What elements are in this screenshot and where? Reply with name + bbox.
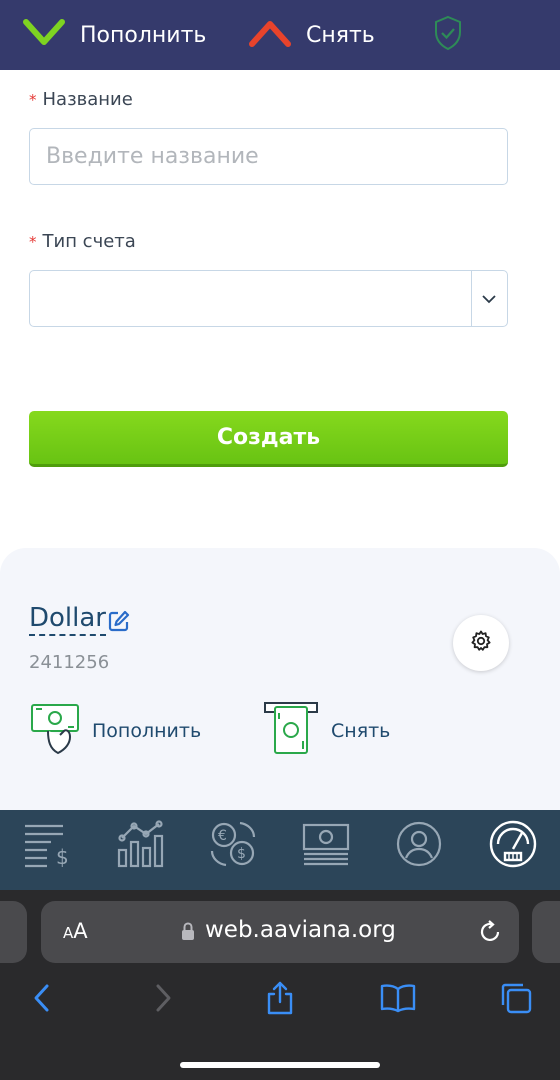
account-name[interactable]: Dollar — [29, 604, 106, 636]
bookmarks-button[interactable] — [380, 982, 416, 1018]
name-label-text: Название — [42, 89, 133, 110]
transactions-icon: $ — [23, 820, 73, 872]
gear-icon — [469, 629, 493, 657]
account-type-select[interactable] — [29, 270, 508, 327]
account-card: Dollar 2411256 Пополнить Снять — [0, 548, 560, 810]
account-withdraw-button[interactable]: Снять — [263, 701, 391, 761]
analytics-chart-icon — [115, 820, 165, 872]
required-mark: * — [29, 91, 37, 109]
back-icon — [32, 983, 52, 1017]
shield-check-icon — [433, 15, 463, 55]
lock-icon — [181, 922, 195, 941]
account-number: 2411256 — [29, 652, 110, 673]
back-button[interactable] — [24, 982, 60, 1018]
bookmarks-icon — [380, 983, 416, 1017]
tabs-icon — [499, 981, 533, 1019]
account-deposit-label: Пополнить — [92, 720, 202, 742]
nav-analytics[interactable] — [112, 818, 168, 874]
security-button[interactable] — [430, 0, 466, 70]
address-bar[interactable]: AA web.aaviana.org — [41, 901, 519, 963]
nav-transactions[interactable]: $ — [20, 818, 76, 874]
deposit-top-label: Пополнить — [80, 22, 207, 48]
edit-icon[interactable] — [108, 610, 130, 632]
top-bar: Пополнить Снять — [0, 0, 560, 70]
select-divider — [470, 271, 472, 326]
app-bottom-nav: $ € $ — [0, 810, 560, 890]
account-type-label: * Тип счета — [29, 231, 136, 252]
account-type-label-text: Тип счета — [42, 231, 136, 252]
account-deposit-button[interactable]: Пополнить — [30, 703, 201, 759]
nav-accounts[interactable] — [298, 818, 354, 874]
previous-tab-preview[interactable] — [0, 901, 27, 963]
currency-exchange-icon: € $ — [208, 819, 258, 873]
dashboard-gauge-icon — [488, 819, 538, 873]
withdraw-top-button[interactable]: Снять — [248, 0, 375, 70]
account-name-input[interactable] — [29, 128, 508, 185]
svg-text:$: $ — [237, 846, 246, 862]
create-account-button[interactable]: Создать — [29, 411, 508, 467]
cash-hand-icon — [30, 701, 80, 761]
chevron-down-icon[interactable] — [479, 289, 499, 309]
account-settings-button[interactable] — [453, 615, 509, 671]
name-label: * Название — [29, 89, 133, 110]
home-indicator — [180, 1062, 380, 1068]
next-tab-preview[interactable] — [532, 901, 560, 963]
chevron-up-red-icon — [248, 18, 292, 52]
reader-settings-button[interactable]: AA — [63, 919, 88, 943]
nav-dashboard[interactable] — [485, 818, 541, 874]
cash-withdraw-icon — [263, 701, 319, 761]
tabs-button[interactable] — [498, 982, 534, 1018]
browser-chrome: AA web.aaviana.org — [0, 890, 560, 1080]
required-mark: * — [29, 233, 37, 251]
share-button[interactable] — [262, 980, 298, 1020]
svg-text:€: € — [218, 828, 227, 844]
account-withdraw-label: Снять — [331, 720, 391, 742]
nav-profile[interactable] — [391, 818, 447, 874]
withdraw-top-label: Снять — [306, 22, 375, 48]
share-icon — [265, 980, 295, 1020]
chevron-up-green-icon — [22, 18, 66, 52]
forward-button[interactable] — [145, 982, 181, 1018]
profile-icon — [395, 820, 443, 872]
reload-icon[interactable] — [477, 919, 503, 945]
svg-text:$: $ — [56, 845, 69, 868]
nav-exchange[interactable]: € $ — [205, 818, 261, 874]
banknote-icon — [301, 821, 351, 871]
forward-icon — [153, 983, 173, 1017]
url-text: web.aaviana.org — [205, 917, 396, 943]
deposit-top-button[interactable]: Пополнить — [22, 0, 206, 70]
